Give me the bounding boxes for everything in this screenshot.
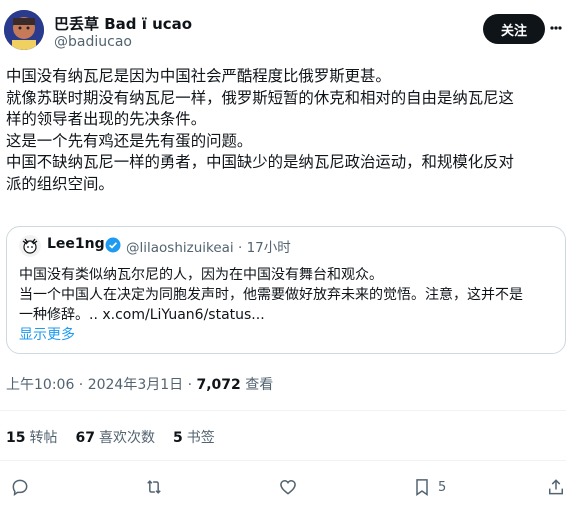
bookmark-count: 5	[438, 479, 447, 495]
quoted-line: 中国没有类似纳瓦尔尼的人，因为在中国没有舞台和观众。	[19, 267, 383, 283]
reply-button[interactable]	[10, 476, 30, 498]
post-time[interactable]: 上午10:06 · 2024年3月1日 ·	[6, 377, 197, 393]
likes-label: 喜欢次数	[98, 430, 155, 446]
tweet-line: 派的组织空间。	[6, 174, 114, 193]
likes-stat[interactable]: 67 喜欢次数	[75, 430, 154, 446]
divider	[0, 410, 566, 411]
show-more-link[interactable]: 显示更多	[19, 325, 555, 345]
quoted-text: 中国没有类似纳瓦尔尼的人，因为在中国没有舞台和观众。 当一个中国人在决定为同胞发…	[19, 265, 555, 345]
retweets-stat[interactable]: 15 转帖	[6, 430, 57, 446]
quoted-author-avatar[interactable]	[19, 235, 41, 257]
engagement-stats: 15 转帖 67 喜欢次数 5 书签	[6, 427, 233, 447]
quoted-author-name[interactable]: Lee1ng	[47, 236, 105, 252]
bookmarks-label: 书签	[186, 430, 215, 446]
retweet-button[interactable]	[144, 476, 164, 498]
tweet-text: 中国没有纳瓦尼是因为中国社会严酷程度比俄罗斯更甚。 就像苏联时期没有纳瓦尼一样，…	[6, 66, 564, 195]
bookmarks-stat[interactable]: 5 书签	[173, 430, 215, 446]
quoted-tweet-card[interactable]: Lee1ng @lilaoshizuikeai · 17小时 中国没有类似纳瓦尔…	[6, 226, 566, 354]
author-avatar[interactable]	[4, 10, 44, 50]
reply-icon	[12, 479, 28, 497]
verified-badge-icon	[105, 237, 121, 253]
tweet-line: 中国没有纳瓦尼是因为中国社会严酷程度比俄罗斯更甚。	[6, 67, 391, 85]
quoted-line: 一种修辞。.. x.com/LiYuan6/status...	[19, 307, 265, 323]
follow-button[interactable]: 关注	[483, 14, 545, 44]
tweet-line: 中国不缺纳瓦尼一样的勇者，中国缺少的是纳瓦尼政治运动，和规模化反对	[6, 153, 514, 171]
heart-icon	[280, 479, 296, 495]
views-count: 7,072	[196, 377, 241, 393]
quoted-time[interactable]: · 17小时	[238, 240, 291, 256]
bookmark-icon	[416, 479, 428, 496]
tweet-line: 样的领导者出现的先决条件。	[6, 110, 207, 128]
likes-count: 67	[75, 430, 95, 446]
more-options-icon[interactable]	[549, 18, 563, 38]
author-handle[interactable]: @badiucao	[54, 34, 132, 50]
divider	[0, 460, 566, 461]
retweets-label: 转帖	[29, 430, 58, 446]
retweet-icon	[147, 480, 161, 494]
views-label: 查看	[240, 377, 274, 393]
author-name[interactable]: 巴丢草 Bad ï ucao	[54, 13, 192, 34]
quoted-line: 当一个中国人在决定为同胞发声时，他需要做好放弃未来的觉悟。注意，这并不是	[19, 287, 523, 303]
quoted-meta: @lilaoshizuikeai · 17小时	[126, 236, 291, 256]
quoted-author-handle[interactable]: @lilaoshizuikeai	[126, 240, 234, 256]
retweets-count: 15	[6, 430, 26, 446]
share-icon	[549, 479, 563, 495]
share-button[interactable]	[546, 476, 566, 498]
tweet-line: 这是一个先有鸡还是先有蛋的问题。	[6, 131, 253, 150]
bookmarks-count: 5	[172, 430, 183, 446]
like-button[interactable]	[278, 476, 298, 498]
tweet-line: 就像苏联时期没有纳瓦尼一样，俄罗斯短暂的休克和相对的自由是纳瓦尼这	[6, 88, 514, 107]
tweet-timestamp: 上午10:06 · 2024年3月1日 · 7,072 查看	[6, 374, 273, 394]
bookmark-button[interactable]: 5	[412, 476, 446, 498]
